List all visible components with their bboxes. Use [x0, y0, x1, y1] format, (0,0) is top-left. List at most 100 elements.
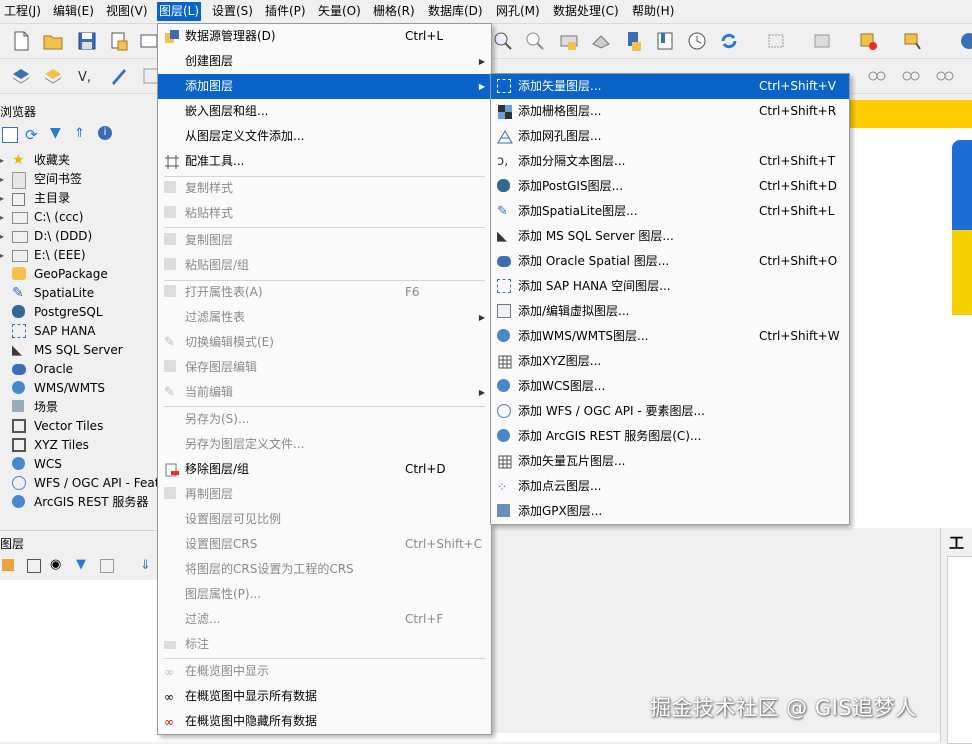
- menu-item-add-gpx[interactable]: 添加GPX图层...: [491, 499, 849, 524]
- new-bookmark-icon[interactable]: [558, 30, 580, 52]
- add-group-icon[interactable]: [27, 559, 41, 573]
- expression-filter-icon[interactable]: [100, 559, 114, 573]
- add-delimited-text-icon[interactable]: V,: [76, 65, 98, 87]
- browser-item-wfs[interactable]: WFS / OGC API - Feat: [0, 474, 160, 493]
- save-project-icon[interactable]: [76, 30, 98, 52]
- menu-item-add-from-definition[interactable]: 从图层定义文件添加...: [158, 124, 491, 149]
- menu-item-add-vector-tile[interactable]: 添加矢量瓦片图层...: [491, 449, 849, 474]
- browser-item-spatialite[interactable]: ✎ SpatiaLite: [0, 284, 160, 303]
- menu-item-create-layer[interactable]: 创建图层 ▶: [158, 49, 491, 74]
- menu-item-copy-layer[interactable]: 复制图层: [158, 228, 491, 253]
- zoom-to-layer-icon[interactable]: [492, 30, 514, 52]
- filter-icon[interactable]: ▼: [50, 125, 61, 141]
- menu-item-set-project-crs[interactable]: 将图层的CRS设置为工程的CRS: [158, 557, 491, 582]
- menu-item-paste-style[interactable]: 粘贴样式: [158, 201, 491, 226]
- menu-view[interactable]: 视图(V): [104, 2, 150, 21]
- menu-item-add-wms[interactable]: 添加WMS/WMTS图层... Ctrl+Shift+W: [491, 324, 849, 349]
- menu-item-georeferencer[interactable]: 配准工具...: [158, 149, 491, 174]
- browser-item-xyz-tiles[interactable]: XYZ Tiles: [0, 436, 160, 455]
- menu-raster[interactable]: 栅格(R): [371, 2, 417, 21]
- menu-item-add-virtual[interactable]: 添加/编辑虚拟图层...: [491, 299, 849, 324]
- browser-item-vector-tiles[interactable]: Vector Tiles: [0, 417, 160, 436]
- browser-item-drive-e[interactable]: ▸ E:\ (EEE): [0, 246, 160, 265]
- menu-item-current-edits[interactable]: ✎ 当前编辑 ▶: [158, 380, 491, 405]
- refresh-browser-icon[interactable]: ⟳: [25, 126, 38, 144]
- menu-item-add-layer[interactable]: 添加图层 ▶: [158, 74, 491, 99]
- eye-icon[interactable]: ◉: [50, 557, 61, 572]
- select-features-icon[interactable]: [766, 30, 788, 52]
- menu-item-hide-all-from-overview[interactable]: ∞ 在概览图中隐藏所有数据: [158, 709, 491, 734]
- deselect-icon[interactable]: [812, 30, 834, 52]
- menu-item-add-xyz[interactable]: 添加XYZ图层...: [491, 349, 849, 374]
- show-bookmarks-icon[interactable]: [590, 30, 612, 52]
- menu-item-embed-layers[interactable]: 嵌入图层和组...: [158, 99, 491, 124]
- menu-database[interactable]: 数据库(D): [426, 2, 485, 21]
- menu-item-add-raster[interactable]: 添加栅格图层... Ctrl+Shift+R: [491, 99, 849, 124]
- collapse-legend-icon[interactable]: ⇓: [140, 558, 151, 573]
- menu-item-data-source-manager[interactable]: 数据源管理器(D) Ctrl+L: [158, 24, 491, 49]
- digitize-icon[interactable]: [108, 65, 130, 87]
- info-icon[interactable]: i: [98, 126, 112, 140]
- add-raster-layer-icon[interactable]: [42, 65, 64, 87]
- bookmark-manager-icon[interactable]: [654, 30, 676, 52]
- clear-selection-icon[interactable]: [858, 30, 880, 52]
- menu-settings[interactable]: 设置(S): [210, 2, 255, 21]
- collapse-all-icon[interactable]: ⇑: [74, 126, 85, 141]
- project-templates-icon[interactable]: [108, 30, 130, 52]
- menu-item-copy-style[interactable]: 复制样式: [158, 176, 491, 201]
- menu-item-set-scale-visibility[interactable]: 设置图层可见比例: [158, 507, 491, 532]
- new-project-icon[interactable]: [10, 30, 32, 52]
- menu-item-labeling[interactable]: 标注: [158, 632, 491, 657]
- menu-help[interactable]: 帮助(H): [630, 2, 676, 21]
- layers-tree[interactable]: [0, 580, 157, 742]
- menu-edit[interactable]: 编辑(E): [51, 2, 96, 21]
- menu-item-filter[interactable]: 过滤... Ctrl+F: [158, 607, 491, 632]
- select-location-icon[interactable]: [902, 30, 924, 52]
- browser-item-arcgis[interactable]: ArcGIS REST 服务器: [0, 493, 160, 512]
- menu-item-open-attribute-table[interactable]: 打开属性表(A) F6: [158, 280, 491, 305]
- menu-item-add-arcgis-rest[interactable]: 添加 ArcGIS REST 服务图层(C)...: [491, 424, 849, 449]
- menu-item-add-postgis[interactable]: 添加PostGIS图层... Ctrl+Shift+D: [491, 174, 849, 199]
- menu-item-add-saphana[interactable]: 添加 SAP HANA 空间图层...: [491, 274, 849, 299]
- menu-item-add-delimited-text[interactable]: ↄ, 添加分隔文本图层... Ctrl+Shift+T: [491, 149, 849, 174]
- menu-layer[interactable]: 图层(L): [157, 2, 202, 21]
- browser-item-wcs[interactable]: WCS: [0, 455, 160, 474]
- zoom-native-icon[interactable]: [524, 30, 546, 52]
- browser-item-wms[interactable]: WMS/WMTS: [0, 379, 160, 398]
- browser-item-bookmarks[interactable]: ▸ 空间书签: [0, 170, 160, 189]
- menu-item-save-as-definition[interactable]: 另存为图层定义文件...: [158, 432, 491, 457]
- menu-item-duplicate-layer[interactable]: 再制图层: [158, 482, 491, 507]
- menu-item-add-point-cloud[interactable]: ⁘ 添加点云图层...: [491, 474, 849, 499]
- browser-item-postgresql[interactable]: PostgreSQL: [0, 303, 160, 322]
- menu-item-toggle-editing[interactable]: ✎ 切换编辑模式(E): [158, 330, 491, 355]
- menu-item-add-wcs[interactable]: 添加WCS图层...: [491, 374, 849, 399]
- browser-item-mssql[interactable]: ◣ MS SQL Server: [0, 341, 160, 360]
- menu-project[interactable]: 工程(J): [2, 2, 43, 21]
- menu-vector[interactable]: 矢量(O): [316, 2, 363, 21]
- browser-item-drive-c[interactable]: ▸ C:\ (ccc): [0, 208, 160, 227]
- menu-item-set-layer-crs[interactable]: 设置图层CRS Ctrl+Shift+C: [158, 532, 491, 557]
- help-icon[interactable]: [954, 30, 972, 52]
- menu-mesh[interactable]: 网孔(M): [494, 2, 542, 21]
- menu-item-layer-properties[interactable]: 图层属性(P)...: [158, 582, 491, 607]
- open-project-icon[interactable]: [42, 30, 64, 52]
- browser-item-geopackage[interactable]: GeoPackage: [0, 265, 160, 284]
- menu-plugins[interactable]: 插件(P): [263, 2, 308, 21]
- menu-item-add-mssql[interactable]: ◣ 添加 MS SQL Server 图层...: [491, 224, 849, 249]
- menu-item-paste-layer[interactable]: 粘贴图层/组: [158, 253, 491, 278]
- menu-item-show-in-overview[interactable]: ∞ 在概览图中显示: [158, 659, 491, 684]
- temporal-controller-icon[interactable]: [686, 30, 708, 52]
- menu-item-add-spatialite[interactable]: ✎ 添加SpatiaLite图层... Ctrl+Shift+L: [491, 199, 849, 224]
- menu-item-save-edits[interactable]: 保存图层编辑: [158, 355, 491, 380]
- overview-all-icon[interactable]: [900, 65, 922, 87]
- menu-item-save-as[interactable]: 另存为(S)...: [158, 407, 491, 432]
- browser-item-favorites[interactable]: ▸ ★ 收藏夹: [0, 151, 160, 170]
- add-selected-icon[interactable]: [2, 127, 18, 143]
- new-map-view-icon[interactable]: [622, 30, 644, 52]
- browser-item-oracle[interactable]: Oracle: [0, 360, 160, 379]
- menu-item-filter-attribute-table[interactable]: 过滤属性表 ▶: [158, 305, 491, 330]
- overview-hide-icon[interactable]: [934, 65, 956, 87]
- menu-item-add-wfs[interactable]: 添加 WFS / OGC API - 要素图层...: [491, 399, 849, 424]
- style-icon[interactable]: [2, 559, 14, 571]
- menu-item-add-oracle[interactable]: 添加 Oracle Spatial 图层... Ctrl+Shift+O: [491, 249, 849, 274]
